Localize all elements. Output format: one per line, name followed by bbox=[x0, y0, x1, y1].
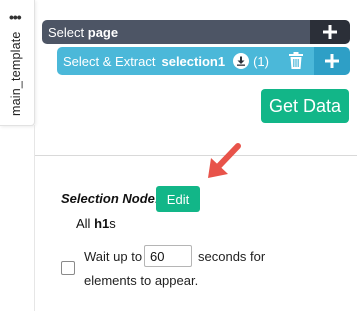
selection-desc-prefix: All bbox=[76, 216, 91, 231]
template-tab[interactable]: ••• main_template bbox=[0, 0, 35, 126]
wait-seconds-input[interactable] bbox=[144, 245, 192, 267]
select-command-target: page bbox=[87, 24, 119, 40]
select-page-command[interactable]: Select page bbox=[42, 20, 350, 44]
extract-command-prefix: Select & Extract bbox=[63, 53, 156, 69]
main-panel: ••• main_template Select page Select & E… bbox=[0, 0, 357, 311]
get-data-button[interactable]: Get Data bbox=[261, 89, 349, 123]
select-command-prefix: Select bbox=[48, 24, 85, 40]
plus-icon bbox=[323, 25, 337, 39]
edit-selection-button[interactable]: Edit bbox=[156, 186, 200, 212]
selection-node-description: All h1s bbox=[76, 216, 116, 231]
more-dots-icon[interactable]: ••• bbox=[9, 10, 22, 24]
wait-label-before: Wait up to bbox=[84, 249, 143, 264]
add-command-button[interactable] bbox=[310, 20, 350, 44]
download-icon[interactable] bbox=[233, 53, 250, 69]
add-child-command-button[interactable] bbox=[314, 47, 350, 75]
wait-label-line2: elements to appear. bbox=[84, 273, 199, 288]
select-extract-command[interactable]: Select & Extract selection1 (1) bbox=[57, 47, 350, 75]
left-border bbox=[34, 125, 35, 311]
plus-icon bbox=[325, 54, 339, 68]
extract-command-target: selection1 bbox=[161, 53, 226, 69]
wait-label-after: seconds for bbox=[198, 249, 266, 264]
wait-checkbox[interactable] bbox=[61, 261, 75, 275]
template-tab-label: main_template bbox=[9, 31, 23, 116]
extract-count: (1) bbox=[253, 53, 269, 69]
selection-desc-suffix: s bbox=[109, 216, 116, 231]
selection-node-label: Selection Node: bbox=[61, 191, 160, 206]
red-arrow-icon bbox=[208, 143, 241, 178]
selection-desc-tag: h1 bbox=[94, 216, 110, 231]
select-command-text: Select page bbox=[48, 25, 118, 40]
section-divider bbox=[35, 155, 357, 156]
trash-icon[interactable] bbox=[288, 52, 304, 70]
